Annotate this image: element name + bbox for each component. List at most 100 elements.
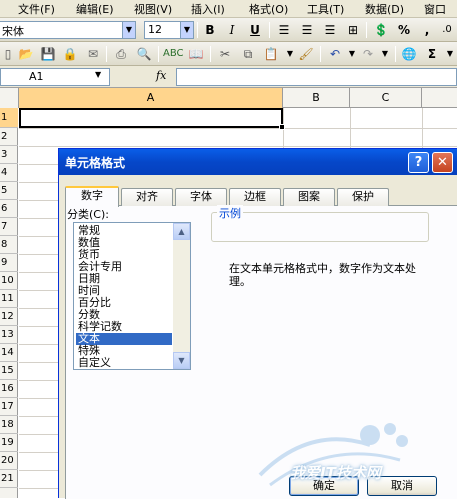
row-header[interactable]: 7 bbox=[0, 218, 18, 236]
permission-icon[interactable]: 🔒 bbox=[60, 45, 80, 63]
fx-icon[interactable]: fx bbox=[156, 69, 166, 82]
row-header[interactable]: 8 bbox=[0, 236, 18, 254]
row-header[interactable]: 14 bbox=[0, 344, 18, 362]
menu-tools[interactable]: 工具(T) bbox=[307, 1, 344, 17]
toolbar-separator bbox=[158, 46, 159, 62]
menu-data[interactable]: 数据(D) bbox=[365, 1, 404, 17]
row-header[interactable]: 12 bbox=[0, 308, 18, 326]
underline-button[interactable]: U bbox=[245, 21, 265, 39]
currency-icon[interactable]: 💲 bbox=[371, 21, 391, 39]
chevron-down-icon[interactable]: ▼ bbox=[375, 45, 395, 63]
format-painter-icon[interactable]: 🖌 bbox=[296, 45, 316, 63]
toolbar-separator bbox=[106, 46, 107, 62]
tab-number[interactable]: 数字 bbox=[65, 186, 119, 207]
row-header[interactable]: 2 bbox=[0, 128, 18, 146]
close-button[interactable]: ✕ bbox=[432, 152, 453, 173]
font-name-combo[interactable]: 宋体 ▼ bbox=[0, 21, 136, 39]
paste-icon[interactable]: 📋 bbox=[261, 45, 281, 63]
row-header[interactable]: 11 bbox=[0, 290, 18, 308]
align-center-icon[interactable]: ☰ bbox=[297, 21, 317, 39]
chevron-down-icon[interactable]: ▼ bbox=[180, 22, 193, 38]
menu-window[interactable]: 窗口 bbox=[424, 1, 446, 17]
row-header[interactable]: 13 bbox=[0, 326, 18, 344]
scroll-down-icon[interactable]: ▼ bbox=[173, 352, 190, 369]
row-header[interactable]: 9 bbox=[0, 254, 18, 272]
tab-patterns[interactable]: 图案 bbox=[283, 188, 335, 206]
spelling-icon[interactable]: ABC bbox=[163, 45, 184, 63]
row-header[interactable]: 10 bbox=[0, 272, 18, 290]
category-listbox[interactable]: 常规 数值 货币 会计专用 日期 时间 百分比 分数 科学记数 文本 特殊 自定… bbox=[73, 222, 191, 370]
email-icon[interactable]: ✉ bbox=[83, 45, 103, 63]
merge-center-icon[interactable]: ⊞ bbox=[343, 21, 363, 39]
row-header[interactable]: 17 bbox=[0, 398, 18, 416]
bold-button[interactable]: B bbox=[200, 21, 220, 39]
tab-protection[interactable]: 保护 bbox=[337, 188, 389, 206]
chevron-down-icon[interactable]: ▼ bbox=[122, 22, 135, 38]
scroll-up-icon[interactable]: ▲ bbox=[173, 223, 190, 240]
row-header[interactable]: 16 bbox=[0, 380, 18, 398]
cut-icon[interactable]: ✂ bbox=[215, 45, 235, 63]
italic-button[interactable]: I bbox=[222, 21, 242, 39]
print-preview-icon[interactable]: 🔍 bbox=[134, 45, 154, 63]
tab-border[interactable]: 边框 bbox=[229, 188, 281, 206]
name-box-value: A1 bbox=[29, 70, 44, 83]
font-name-value: 宋体 bbox=[2, 25, 24, 38]
menu-insert[interactable]: 插入(I) bbox=[191, 1, 225, 17]
row-header[interactable]: 20 bbox=[0, 452, 18, 470]
column-headers: A B C bbox=[0, 88, 457, 108]
column-header-b[interactable]: B bbox=[283, 88, 350, 108]
row-header[interactable]: 21 bbox=[0, 470, 18, 488]
listbox-scrollbar[interactable]: ▲ ▼ bbox=[173, 223, 190, 369]
row-header[interactable]: 15 bbox=[0, 362, 18, 380]
menu-edit[interactable]: 编辑(E) bbox=[76, 1, 114, 17]
chevron-down-icon[interactable]: ▼ bbox=[440, 45, 457, 63]
select-all-corner[interactable] bbox=[0, 88, 19, 108]
hyperlink-icon[interactable]: 🌐 bbox=[399, 45, 419, 63]
toolbar-separator bbox=[320, 46, 321, 62]
row-header[interactable]: 18 bbox=[0, 416, 18, 434]
toolbar-separator bbox=[210, 46, 211, 62]
menu-file[interactable]: 文件(F) bbox=[18, 1, 55, 17]
save-icon[interactable]: 💾 bbox=[38, 45, 58, 63]
dialog-titlebar[interactable]: 单元格格式 ? ✕ bbox=[59, 149, 457, 175]
list-item[interactable]: 自定义 bbox=[76, 357, 172, 369]
name-box[interactable]: A1 bbox=[0, 68, 110, 86]
formula-input[interactable] bbox=[176, 68, 457, 86]
chevron-down-icon[interactable]: ▼ bbox=[95, 70, 101, 79]
dialog-tabs: 数字 对齐 字体 边框 图案 保护 bbox=[65, 186, 455, 207]
row-header[interactable]: 19 bbox=[0, 434, 18, 452]
font-size-combo[interactable]: 12 ▼ bbox=[144, 21, 194, 39]
fill-handle[interactable] bbox=[279, 124, 285, 130]
column-header-a[interactable]: A bbox=[19, 88, 283, 108]
copy-icon[interactable]: ⧉ bbox=[238, 45, 258, 63]
tab-font[interactable]: 字体 bbox=[175, 188, 227, 206]
align-right-icon[interactable]: ☰ bbox=[320, 21, 340, 39]
menu-format[interactable]: 格式(O) bbox=[249, 1, 288, 17]
increase-decimal-icon[interactable]: .0 bbox=[437, 21, 457, 39]
toolbar-separator bbox=[395, 46, 396, 62]
row-header[interactable]: 1 bbox=[0, 108, 18, 128]
row-header[interactable]: 6 bbox=[0, 200, 18, 218]
print-icon[interactable]: ⎙ bbox=[111, 45, 131, 63]
row-header[interactable]: 5 bbox=[0, 182, 18, 200]
row-header[interactable]: 3 bbox=[0, 146, 18, 164]
align-left-icon[interactable]: ☰ bbox=[274, 21, 294, 39]
help-button[interactable]: ? bbox=[408, 152, 429, 173]
column-header-c[interactable]: C bbox=[350, 88, 422, 108]
row-headers: 1 2 3 4 5 6 7 8 9 10 11 12 13 14 15 16 1… bbox=[0, 108, 18, 498]
tab-alignment[interactable]: 对齐 bbox=[121, 188, 173, 206]
toolbar-separator bbox=[197, 22, 198, 38]
comma-button[interactable]: , bbox=[417, 21, 437, 39]
research-icon[interactable]: 📖 bbox=[186, 45, 206, 63]
category-label: 分类(C): bbox=[67, 208, 109, 221]
menu-view[interactable]: 视图(V) bbox=[134, 1, 172, 17]
autosum-button[interactable]: Σ bbox=[422, 45, 442, 63]
row-header[interactable]: 4 bbox=[0, 164, 18, 182]
percent-button[interactable]: % bbox=[394, 21, 414, 39]
active-cell-a1[interactable] bbox=[19, 108, 283, 128]
formatting-toolbar: 宋体 ▼ 12 ▼ B I U ☰ ☰ ☰ ⊞ 💲 % , .0 bbox=[0, 18, 457, 42]
standard-toolbar: ▯ 📂 💾 🔒 ✉ ⎙ 🔍 ABC 📖 ✂ ⧉ 📋 ▼ 🖌 ↶ ▼ ↷ ▼ 🌐 … bbox=[0, 42, 457, 66]
toolbar-separator bbox=[366, 22, 367, 38]
toolbar-separator bbox=[269, 22, 270, 38]
open-folder-icon[interactable]: 📂 bbox=[16, 45, 36, 63]
